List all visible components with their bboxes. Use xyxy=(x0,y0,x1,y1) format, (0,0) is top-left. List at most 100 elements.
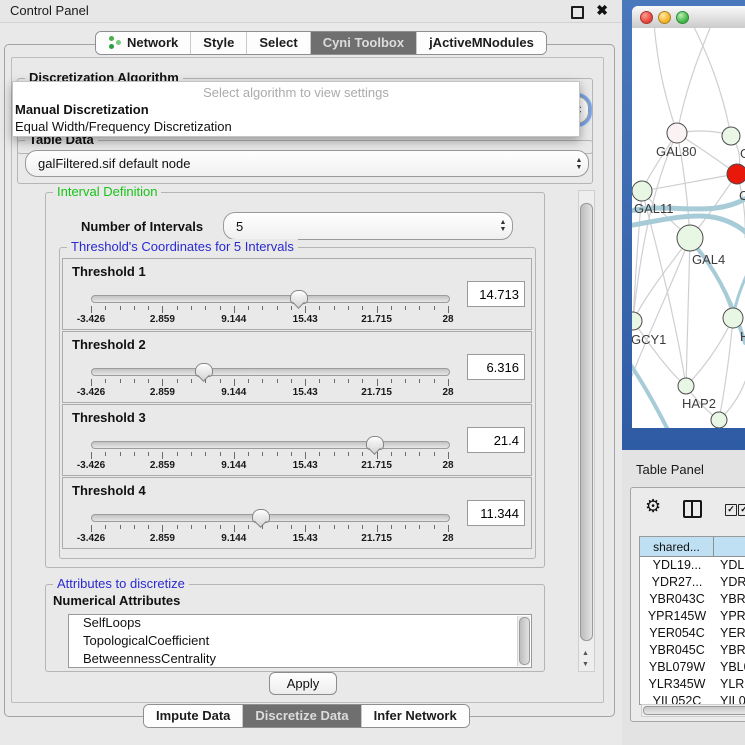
attribute-list-item[interactable]: SelfLoops xyxy=(69,615,531,633)
table-row[interactable]: YBR045CYBR0 xyxy=(640,642,745,659)
number-of-intervals-label: Number of Intervals xyxy=(81,219,203,234)
panel-scrollbar[interactable]: ▲ ▼ xyxy=(578,190,595,672)
slider-thumb[interactable] xyxy=(290,290,308,304)
column-split-icon[interactable] xyxy=(683,500,702,518)
network-window: GAL80GCGAL11GAL4GCY1HHAP2 xyxy=(632,6,745,428)
network-node[interactable] xyxy=(727,164,745,184)
table-row[interactable]: YER054CYER0 xyxy=(640,625,745,642)
table-panel-title: Table Panel xyxy=(636,462,704,477)
table-column-header[interactable]: shared... xyxy=(640,537,714,557)
tick-label: 15.43 xyxy=(293,387,318,398)
threshold-value-field[interactable] xyxy=(467,500,525,526)
number-of-intervals-combobox[interactable]: 5 ▲▼ xyxy=(223,212,513,240)
network-node[interactable] xyxy=(677,225,703,251)
tick-label: 28 xyxy=(442,314,453,325)
gear-icon[interactable]: ⚙ xyxy=(645,496,661,517)
table-row[interactable]: YDL19...YDL1 xyxy=(640,557,745,574)
control-panel-title: Control Panel xyxy=(10,3,89,18)
network-graph: GAL80GCGAL11GAL4GCY1HHAP2 xyxy=(632,28,745,428)
tick-label: 2.859 xyxy=(150,460,175,471)
network-node[interactable] xyxy=(678,378,694,394)
checkbox-icon[interactable] xyxy=(725,504,737,516)
dropdown-option[interactable]: Equal Width/Frequency Discretization xyxy=(13,118,579,135)
table-row[interactable]: YDR27...YDR2 xyxy=(640,574,745,591)
slider-tick-labels: -3.4262.8599.14415.4321.71528 xyxy=(91,314,448,326)
network-node[interactable] xyxy=(667,123,687,143)
node-label: GAL11 xyxy=(634,201,674,216)
network-node[interactable] xyxy=(632,181,652,201)
node-label: GAL4 xyxy=(692,252,725,267)
table-row[interactable]: YBL079WYBL0 xyxy=(640,659,745,676)
slider-thumb[interactable] xyxy=(252,509,270,523)
bottom-tab-impute-data[interactable]: Impute Data xyxy=(144,705,243,727)
network-node[interactable] xyxy=(723,308,743,328)
threshold-slider[interactable] xyxy=(91,295,450,303)
mac-close-button[interactable] xyxy=(640,11,653,24)
table-cell: YBL079W xyxy=(640,659,714,676)
tick-label: -3.426 xyxy=(77,460,105,471)
threshold-value-field[interactable] xyxy=(467,427,525,453)
node-label: G xyxy=(740,146,745,161)
attributes-listbox[interactable]: SelfLoopsTopologicalCoefficientBetweenne… xyxy=(68,614,532,668)
float-window-icon[interactable] xyxy=(571,6,584,19)
tab-network[interactable]: Network xyxy=(96,32,191,54)
table-row[interactable]: YLR345WYLR3 xyxy=(640,676,745,693)
threshold-value-field[interactable] xyxy=(467,281,525,307)
threshold-label: Threshold 3 xyxy=(72,410,146,425)
network-node[interactable] xyxy=(711,412,727,428)
threshold-slider[interactable] xyxy=(91,441,450,449)
table-cell: YER054C xyxy=(640,625,714,642)
tick-label: 15.43 xyxy=(293,314,318,325)
scrollbar-thumb[interactable] xyxy=(580,203,593,641)
scroll-down-icon[interactable]: ▼ xyxy=(580,660,591,670)
threshold-row: Threshold 3-3.4262.8599.14415.4321.71528 xyxy=(62,404,532,476)
tick-label: 28 xyxy=(442,387,453,398)
list-scrollbar[interactable] xyxy=(517,616,530,666)
node-label: C xyxy=(739,188,745,203)
apply-button[interactable]: Apply xyxy=(269,672,337,695)
app-root: Control Panel ✖ NetworkStyleSelectCyni T… xyxy=(0,0,745,745)
tab-jactivemnodules[interactable]: jActiveMNodules xyxy=(417,32,546,54)
combo-arrows-icon: ▲▼ xyxy=(570,157,588,171)
network-node[interactable] xyxy=(722,127,740,145)
attribute-list-item[interactable]: BetweennessCentrality xyxy=(69,651,531,668)
dropdown-option[interactable]: Manual Discretization xyxy=(13,101,579,118)
table-data-value: galFiltered.sif default node xyxy=(26,156,570,171)
interval-definition-title: Interval Definition xyxy=(53,184,161,199)
bottom-tab-discretize-data[interactable]: Discretize Data xyxy=(243,705,361,727)
mac-zoom-button[interactable] xyxy=(676,11,689,24)
close-icon[interactable]: ✖ xyxy=(596,2,608,19)
slider-thumb[interactable] xyxy=(195,363,213,377)
network-edge xyxy=(642,174,737,191)
table-row[interactable]: YPR145WYPR1 xyxy=(640,608,745,625)
checkbox-icon[interactable] xyxy=(738,504,745,516)
node-label: GAL80 xyxy=(656,144,696,159)
attribute-list-item[interactable]: TopologicalCoefficient xyxy=(69,633,531,651)
table-row[interactable]: YBR043CYBR0 xyxy=(640,591,745,608)
network-node[interactable] xyxy=(632,312,642,330)
tick-label: -3.426 xyxy=(77,387,105,398)
node-label: HAP2 xyxy=(682,396,716,411)
table-column-header[interactable]: n... xyxy=(714,537,745,557)
threshold-label: Threshold 4 xyxy=(72,483,146,498)
threshold-slider[interactable] xyxy=(91,514,450,522)
tab-select[interactable]: Select xyxy=(247,32,310,54)
tab-style[interactable]: Style xyxy=(191,32,247,54)
scroll-up-icon[interactable]: ▲ xyxy=(580,649,591,659)
numerical-attributes-label: Numerical Attributes xyxy=(53,593,180,608)
threshold-slider[interactable] xyxy=(91,368,450,376)
table-horizontal-scrollbar[interactable] xyxy=(641,704,745,717)
table-data-combobox[interactable]: galFiltered.sif default node ▲▼ xyxy=(25,150,589,177)
network-window-frame: GAL80GCGAL11GAL4GCY1HHAP2 xyxy=(622,0,745,450)
tick-label: 21.715 xyxy=(361,314,392,325)
tick-label: 21.715 xyxy=(361,533,392,544)
mac-minimize-button[interactable] xyxy=(658,11,671,24)
network-edge xyxy=(719,318,733,420)
tab-cyni-toolbox[interactable]: Cyni Toolbox xyxy=(311,32,417,54)
bottom-tab-infer-network[interactable]: Infer Network xyxy=(362,705,469,727)
slider-thumb[interactable] xyxy=(366,436,384,450)
bottom-tab-bar: Impute DataDiscretize DataInfer Network xyxy=(143,704,470,728)
threshold-value-field[interactable] xyxy=(467,354,525,380)
table-cell: YPR145W xyxy=(640,608,714,625)
network-canvas[interactable]: GAL80GCGAL11GAL4GCY1HHAP2 xyxy=(632,28,745,428)
